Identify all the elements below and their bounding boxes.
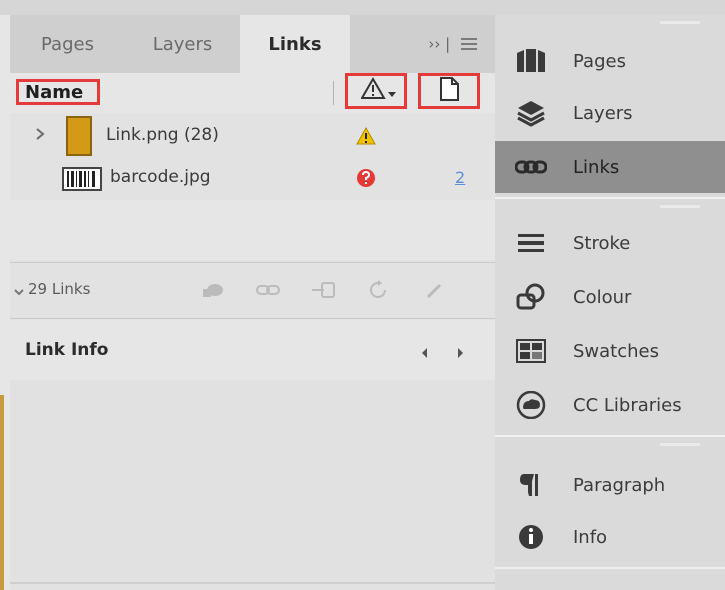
- panel-group-grip[interactable]: [660, 21, 700, 24]
- panel-divider: [495, 435, 725, 437]
- page-number[interactable]: 2: [455, 168, 465, 187]
- links-icon: [515, 151, 547, 183]
- info-icon: [515, 521, 547, 553]
- layers-icon: [515, 97, 547, 129]
- sidebar-item-pages[interactable]: Pages: [495, 35, 725, 87]
- link-info-label: Link Info: [25, 340, 109, 360]
- tab-layers[interactable]: Layers: [125, 15, 240, 73]
- sidebar-item-layers[interactable]: Layers: [495, 87, 725, 139]
- sidebar-item-colour[interactable]: Colour: [495, 271, 725, 323]
- missing-link-icon: [356, 168, 376, 192]
- list-item[interactable]: Link.png (28): [10, 116, 495, 156]
- status-column-button[interactable]: [345, 73, 407, 109]
- sidebar-item-cc-libraries[interactable]: CC Libraries: [495, 379, 725, 431]
- list-header-row: Name: [10, 73, 495, 113]
- sidebar-item-label: Colour: [573, 286, 632, 308]
- pages-icon: [515, 45, 547, 77]
- collapse-chevron-icon[interactable]: [14, 281, 24, 300]
- document-edge-accent: [0, 395, 4, 590]
- panel-divider: [495, 197, 725, 199]
- sidebar-item-links[interactable]: Links: [495, 141, 725, 193]
- stroke-icon: [515, 227, 547, 259]
- sidebar-item-label: CC Libraries: [573, 394, 682, 416]
- warning-triangle-icon: [360, 77, 391, 105]
- warning-icon: [356, 126, 376, 149]
- update-link-icon[interactable]: [365, 277, 391, 303]
- sidebar-item-swatches[interactable]: Swatches: [495, 325, 725, 377]
- name-column-label: Name: [25, 81, 84, 103]
- left-edge: [0, 15, 10, 590]
- sidebar-item-label: Links: [573, 156, 620, 178]
- panel-menu-icon[interactable]: [461, 36, 477, 54]
- sidebar-item-label: Swatches: [573, 340, 659, 362]
- panel-overflow-menu[interactable]: ›› |: [428, 35, 477, 54]
- panel-group-grip[interactable]: [660, 205, 700, 208]
- chevron-down-icon: [388, 82, 396, 101]
- link-group-icon: [66, 116, 92, 160]
- list-item[interactable]: barcode.jpg 2: [10, 160, 495, 196]
- name-column-header[interactable]: Name: [16, 79, 100, 105]
- tab-links[interactable]: Links: [240, 15, 350, 73]
- panel-divider: [495, 567, 725, 569]
- edit-original-icon[interactable]: [422, 277, 448, 303]
- go-to-link-icon[interactable]: [310, 277, 336, 303]
- sidebar-item-paragraph[interactable]: Paragraph: [495, 459, 725, 511]
- column-separator: [333, 81, 334, 105]
- sidebar-item-label: Stroke: [573, 232, 631, 254]
- tab-pages[interactable]: Pages: [10, 15, 125, 73]
- page-icon: [438, 77, 460, 105]
- sidebar-item-info[interactable]: Info: [495, 511, 725, 563]
- link-info-content: [10, 380, 495, 575]
- link-info-section: Link Info: [10, 320, 495, 380]
- next-arrow-icon[interactable]: [457, 344, 465, 363]
- cc-libraries-relink-icon[interactable]: [200, 277, 226, 303]
- links-toolbar: 29 Links: [10, 262, 495, 319]
- cc-libraries-icon: [515, 389, 547, 421]
- link-name: barcode.jpg: [110, 167, 211, 187]
- barcode-thumbnail-icon: [62, 167, 102, 195]
- overflow-label: ›› |: [428, 35, 451, 53]
- paragraph-icon: [515, 469, 547, 501]
- relink-icon[interactable]: [255, 277, 281, 303]
- page-column-button[interactable]: [418, 73, 480, 109]
- chevron-right-icon[interactable]: [35, 126, 45, 145]
- previous-arrow-icon[interactable]: [420, 344, 428, 363]
- panel-group-grip[interactable]: [660, 443, 700, 446]
- docked-panels-sidebar: Pages Layers Links Stroke Colour Swatche…: [495, 15, 725, 590]
- sidebar-item-label: Pages: [573, 50, 626, 72]
- links-count: 29 Links: [28, 280, 91, 298]
- colour-icon: [515, 281, 547, 313]
- panel-bottom-border: [10, 582, 495, 584]
- panel-tab-bar: Pages Layers Links ›› |: [10, 15, 495, 73]
- links-list-empty-area: [10, 200, 495, 260]
- link-name: Link.png (28): [106, 125, 219, 145]
- sidebar-item-stroke[interactable]: Stroke: [495, 217, 725, 269]
- sidebar-item-label: Layers: [573, 102, 633, 124]
- sidebar-item-label: Paragraph: [573, 474, 666, 496]
- sidebar-item-label: Info: [573, 526, 608, 548]
- swatches-icon: [515, 335, 547, 367]
